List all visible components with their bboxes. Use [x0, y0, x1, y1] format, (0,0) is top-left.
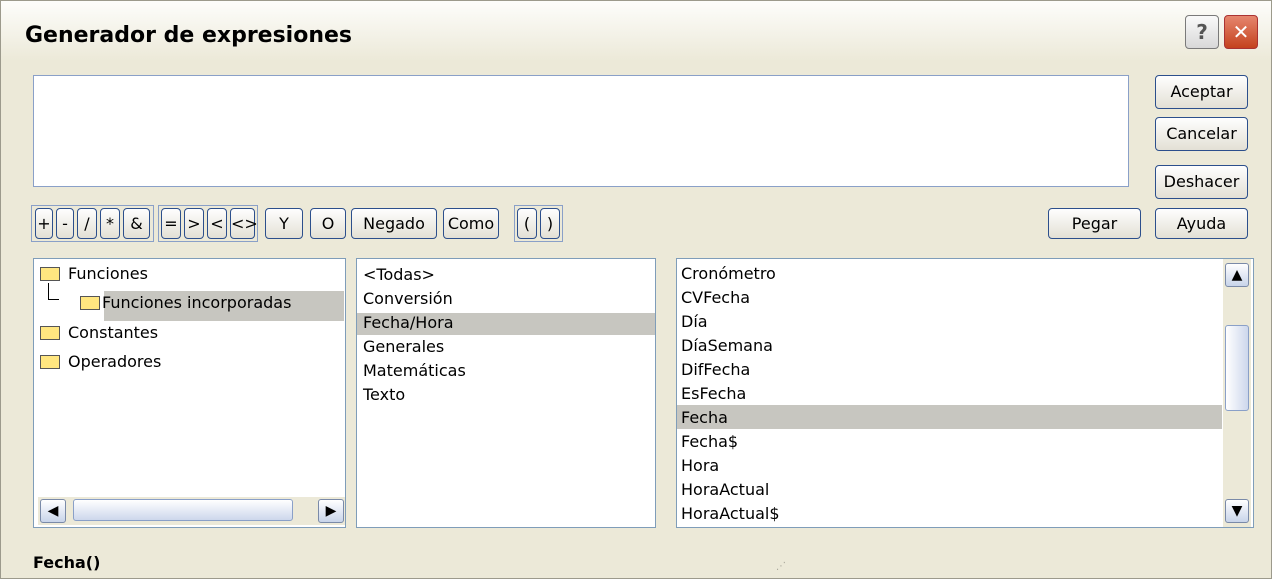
minus-operator-button[interactable]: -: [56, 208, 74, 239]
tree-connector: [48, 283, 59, 300]
dialog-title: Generador de expresiones: [25, 23, 353, 48]
notequal-operator-button[interactable]: <>: [230, 208, 258, 239]
greater-operator-button[interactable]: >: [184, 208, 204, 239]
function-item[interactable]: CVFecha: [681, 288, 750, 307]
function-selection-highlight: [677, 405, 1222, 429]
function-item[interactable]: DíaSemana: [681, 336, 773, 355]
function-item[interactable]: DifFecha: [681, 360, 750, 379]
element-tree-panel[interactable]: Funciones Funciones incorporadas Constan…: [33, 258, 346, 528]
tree-item-funciones[interactable]: Funciones: [68, 264, 148, 283]
aceptar-button[interactable]: Aceptar: [1155, 75, 1248, 109]
category-item[interactable]: Conversión: [363, 289, 453, 308]
horizontal-scrollbar[interactable]: ◀ ▶: [38, 497, 345, 525]
like-operator-button[interactable]: Como: [443, 208, 499, 239]
close-title-button[interactable]: ✕: [1224, 15, 1258, 49]
open-folder-icon: [80, 296, 100, 310]
category-item[interactable]: Texto: [363, 385, 405, 404]
open-folder-icon: [40, 267, 60, 281]
tree-item-funciones-incorporadas[interactable]: Funciones incorporadas: [102, 293, 291, 312]
plus-operator-button[interactable]: +: [35, 208, 53, 239]
pegar-button[interactable]: Pegar: [1048, 208, 1141, 239]
open-paren-button[interactable]: (: [517, 208, 537, 239]
multiply-operator-button[interactable]: *: [100, 208, 120, 239]
title-bar[interactable]: Generador de expresiones ? ✕: [1, 1, 1271, 61]
scroll-up-icon[interactable]: ▲: [1225, 263, 1249, 287]
folder-icon: [40, 355, 60, 369]
expression-builder-dialog: Generador de expresiones ? ✕ Aceptar Can…: [0, 0, 1272, 579]
divide-operator-button[interactable]: /: [77, 208, 97, 239]
equal-operator-button[interactable]: =: [161, 208, 181, 239]
function-item-selected[interactable]: Fecha: [681, 408, 728, 427]
scroll-right-icon[interactable]: ▶: [318, 499, 344, 523]
ayuda-button[interactable]: Ayuda: [1155, 208, 1248, 239]
or-operator-button[interactable]: O: [310, 208, 346, 239]
category-item[interactable]: Matemáticas: [363, 361, 466, 380]
and-operator-button[interactable]: Y: [265, 208, 303, 239]
help-title-button[interactable]: ?: [1185, 15, 1219, 49]
concat-operator-button[interactable]: &: [123, 208, 150, 239]
scroll-left-icon[interactable]: ◀: [40, 499, 66, 523]
folder-icon: [40, 326, 60, 340]
function-item[interactable]: Cronómetro: [681, 264, 776, 283]
function-item[interactable]: HoraActual$: [681, 504, 780, 523]
function-item[interactable]: Fecha$: [681, 432, 738, 451]
scroll-down-icon[interactable]: ▼: [1225, 499, 1249, 523]
close-paren-button[interactable]: ): [540, 208, 560, 239]
resize-grip-icon[interactable]: ⋰: [776, 561, 796, 575]
scroll-thumb[interactable]: [73, 499, 293, 521]
not-operator-button[interactable]: Negado: [351, 208, 437, 239]
function-item[interactable]: Día: [681, 312, 708, 331]
scroll-thumb[interactable]: [1225, 325, 1249, 411]
function-item[interactable]: EsFecha: [681, 384, 746, 403]
expression-input[interactable]: [33, 75, 1129, 187]
tree-item-operadores[interactable]: Operadores: [68, 352, 161, 371]
less-operator-button[interactable]: <: [207, 208, 227, 239]
cancelar-button[interactable]: Cancelar: [1155, 117, 1248, 151]
category-list-panel[interactable]: <Todas> Conversión Fecha/Hora Generales …: [356, 258, 656, 528]
category-item[interactable]: Generales: [363, 337, 444, 356]
function-item[interactable]: HoraActual: [681, 480, 769, 499]
deshacer-button[interactable]: Deshacer: [1155, 165, 1248, 199]
syntax-status: Fecha(): [33, 553, 101, 572]
category-item[interactable]: <Todas>: [363, 265, 435, 284]
function-item[interactable]: Hora: [681, 456, 719, 475]
tree-item-constantes[interactable]: Constantes: [68, 323, 158, 342]
vertical-scrollbar[interactable]: ▲ ▼: [1223, 259, 1251, 527]
category-item-selected[interactable]: Fecha/Hora: [363, 313, 454, 332]
function-list-panel[interactable]: Cronómetro CVFecha Día DíaSemana DifFech…: [676, 258, 1254, 528]
